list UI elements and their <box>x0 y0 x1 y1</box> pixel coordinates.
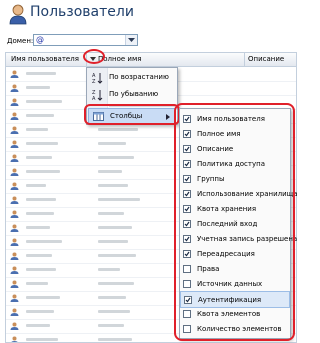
menu-item-sort-ascending[interactable]: A Z По возрастанию <box>87 70 177 86</box>
redacted-text <box>98 324 124 327</box>
domain-bar: Домен: @ <box>0 28 300 52</box>
redacted-text <box>26 184 46 187</box>
domain-label: Домен: <box>7 37 34 45</box>
redacted-text <box>98 184 128 187</box>
redacted-text <box>98 142 126 145</box>
redacted-text <box>98 212 124 215</box>
annotation-circle <box>83 49 105 64</box>
user-row-icon <box>10 294 19 302</box>
redacted-text <box>26 72 56 75</box>
redacted-text <box>26 198 56 201</box>
user-row-icon <box>10 168 19 176</box>
redacted-text <box>26 212 54 215</box>
user-row-icon <box>10 196 19 204</box>
redacted-text <box>26 324 50 327</box>
domain-value: @ <box>36 35 44 44</box>
svg-text:Z: Z <box>92 79 96 84</box>
redacted-text <box>26 86 50 89</box>
redacted-text <box>98 338 132 341</box>
redacted-text <box>26 156 52 159</box>
domain-select[interactable]: @ <box>33 34 138 46</box>
user-row-icon <box>10 322 19 330</box>
chevron-down-icon[interactable] <box>125 35 137 45</box>
user-row-icon <box>10 238 19 246</box>
redacted-text <box>98 156 134 159</box>
redacted-text <box>26 268 56 271</box>
redacted-text <box>26 240 62 243</box>
redacted-text <box>98 254 136 257</box>
redacted-text <box>26 128 48 131</box>
redacted-text <box>98 268 120 271</box>
redacted-text <box>98 198 140 201</box>
redacted-text <box>26 338 58 341</box>
user-row-icon <box>10 154 19 162</box>
annotation-highlight <box>84 104 180 125</box>
user-row-icon <box>10 84 19 92</box>
menu-item-label: По возрастанию <box>109 73 169 81</box>
redacted-text <box>98 282 134 285</box>
redacted-text <box>98 310 130 313</box>
user-row-icon <box>10 112 19 120</box>
redacted-text <box>26 254 52 257</box>
grid-header: Имя пользователя Полное имя Описание <box>6 53 296 67</box>
user-row-icon <box>10 182 19 190</box>
user-row-icon <box>10 98 19 106</box>
page-title: Пользователи <box>30 4 134 20</box>
redacted-text <box>98 226 132 229</box>
user-row-icon <box>10 308 19 316</box>
user-row-icon <box>10 280 19 288</box>
redacted-text <box>26 310 54 313</box>
user-row-icon <box>10 224 19 232</box>
sort-descending-icon: Z A <box>92 90 103 101</box>
column-header-username[interactable]: Имя пользователя <box>11 55 79 63</box>
user-row-icon <box>10 140 19 148</box>
redacted-text <box>26 282 48 285</box>
column-separator <box>244 53 245 66</box>
redacted-text <box>26 296 60 299</box>
redacted-text <box>26 114 54 117</box>
redacted-text <box>98 170 122 173</box>
redacted-text <box>98 128 138 131</box>
redacted-text <box>98 240 128 243</box>
redacted-text <box>98 296 126 299</box>
menu-item-sort-descending[interactable]: Z A По убыванию <box>87 87 177 103</box>
svg-text:A: A <box>92 96 96 101</box>
redacted-text <box>26 170 60 173</box>
menu-item-label: По убыванию <box>109 90 159 98</box>
redacted-text <box>26 100 62 103</box>
redacted-text <box>26 142 58 145</box>
user-row-icon <box>10 126 19 134</box>
redacted-text <box>26 226 50 229</box>
user-row-icon <box>10 70 19 78</box>
user-row-icon <box>10 210 19 218</box>
user-row-icon <box>10 252 19 260</box>
user-row-icon <box>10 266 19 274</box>
page-header: Пользователи <box>0 0 300 28</box>
annotation-highlight <box>174 103 295 341</box>
user-row-icon <box>11 336 18 342</box>
column-header-description[interactable]: Описание <box>248 55 284 63</box>
user-icon <box>9 4 27 25</box>
sort-ascending-icon: A Z <box>92 73 103 84</box>
